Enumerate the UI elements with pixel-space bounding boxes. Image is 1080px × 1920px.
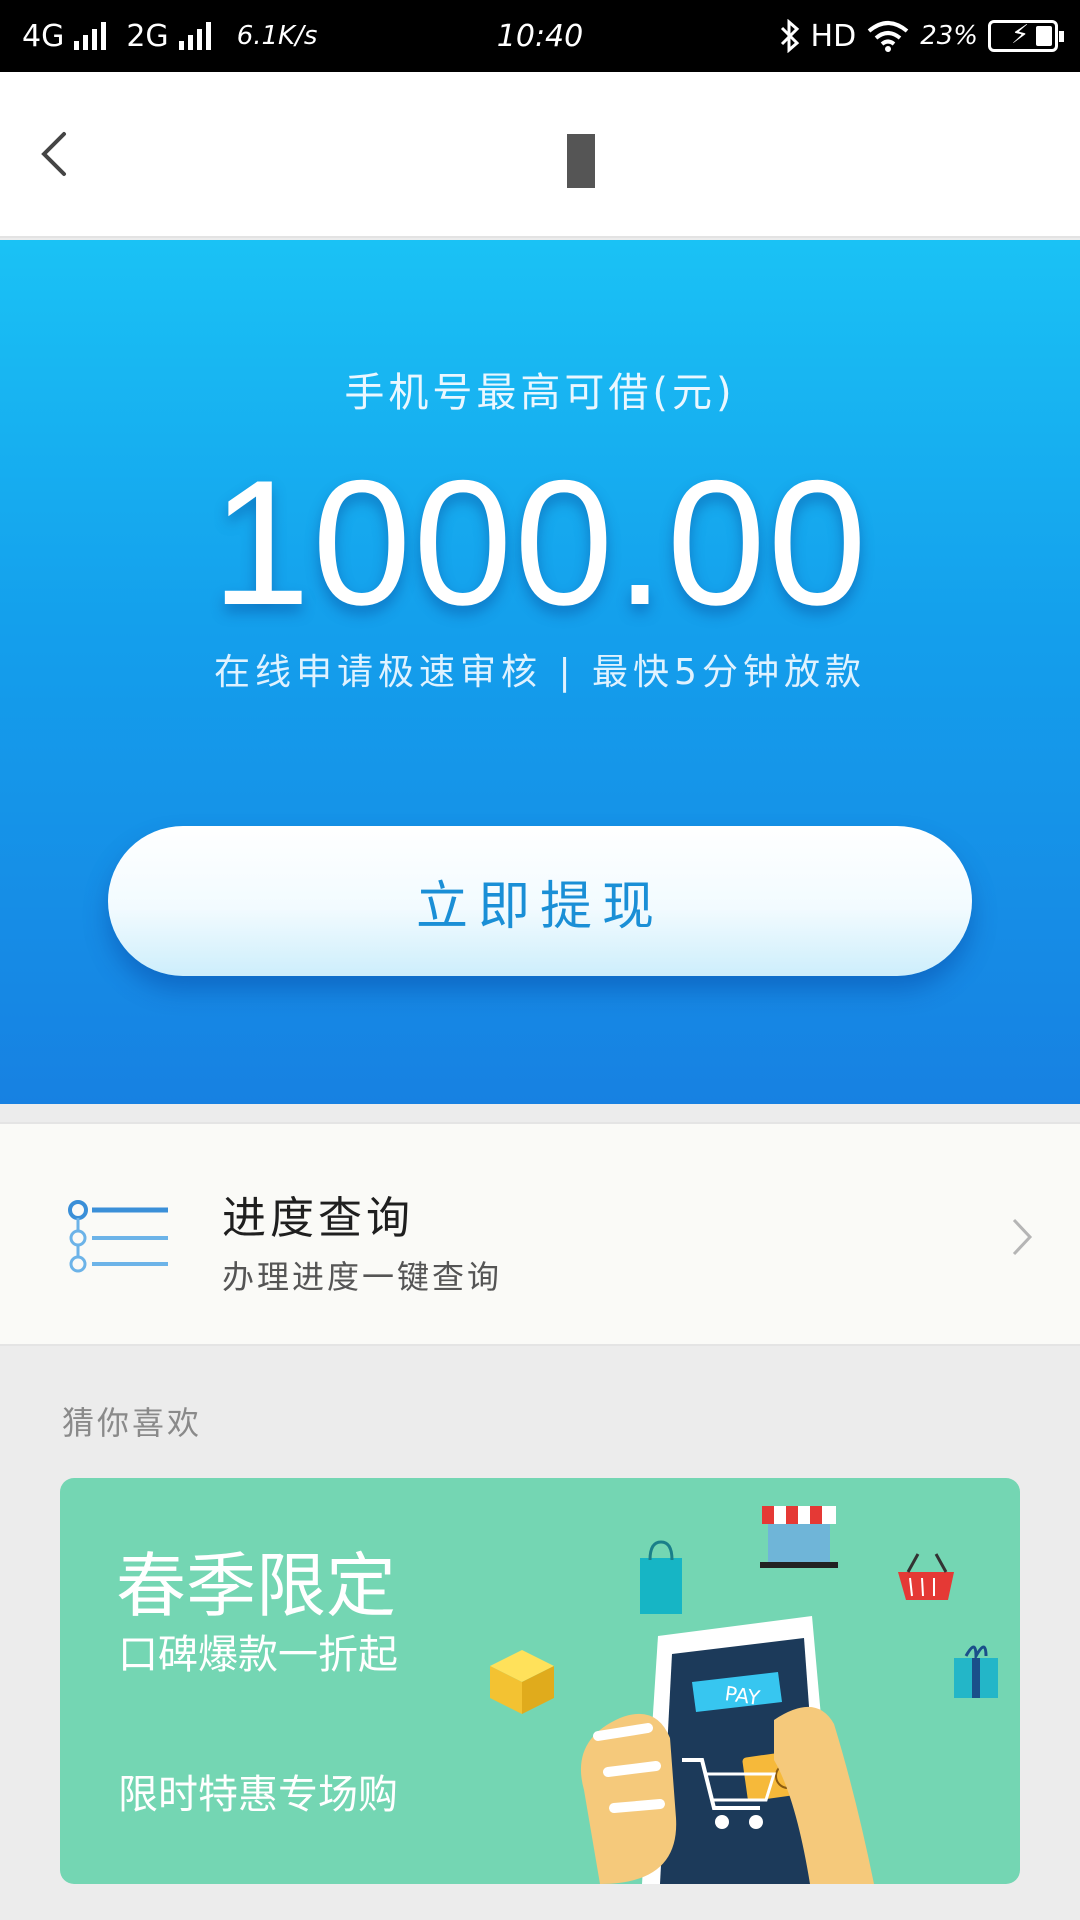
network-2g-label: 2G xyxy=(126,18,169,54)
progress-query-row[interactable]: 进度查询 办理进度一键查询 xyxy=(0,1122,1080,1346)
signal-icon xyxy=(178,22,211,50)
hero-subtitle: 在线申请极速审核 | 最快5分钟放款 xyxy=(214,652,866,693)
back-arrow-icon[interactable] xyxy=(30,124,80,184)
max-loan-amount: 1000.00 xyxy=(211,443,869,642)
recommend-section-title: 猜你喜欢 xyxy=(62,1404,203,1442)
hd-label: HD xyxy=(810,18,857,54)
shopping-illustration: PAY xyxy=(490,1506,998,1884)
spring-promo-banner[interactable]: 春季限定 口碑爆款一折起 限时特惠专场购 PAY xyxy=(60,1478,1020,1884)
basket-icon xyxy=(898,1553,954,1600)
network-4g-label: 4G xyxy=(22,18,65,54)
status-left: 4G 2G 6.1K/s xyxy=(22,19,317,54)
banner-line-1: 口碑爆款一折起 xyxy=(118,1632,398,1678)
gift-box-icon xyxy=(954,1645,998,1698)
status-right: HD 23% ⚡ xyxy=(779,18,1064,54)
chevron-right-icon xyxy=(1012,1218,1033,1256)
page-title-redacted xyxy=(567,134,595,188)
store-icon xyxy=(760,1506,838,1568)
max-loan-label: 手机号最高可借(元) xyxy=(344,370,736,416)
battery-percent: 23% xyxy=(920,21,978,51)
list-progress-icon xyxy=(68,1200,168,1273)
bluetooth-icon xyxy=(780,19,799,53)
status-bar: 4G 2G 6.1K/s 10:40 HD 23% ⚡ xyxy=(0,0,1080,72)
svg-text:PAY: PAY xyxy=(723,1681,762,1710)
package-cube-icon xyxy=(490,1650,554,1714)
top-nav-bar xyxy=(0,72,1080,238)
progress-subtitle: 办理进度一键查询 xyxy=(222,1258,503,1296)
banner-headline: 春季限定 xyxy=(116,1545,396,1627)
progress-title: 进度查询 xyxy=(222,1193,414,1244)
withdraw-now-button[interactable]: 立即提现 xyxy=(108,826,972,976)
network-speed: 6.1K/s xyxy=(236,21,318,51)
banner-line-2: 限时特惠专场购 xyxy=(118,1772,398,1818)
shopping-bag-icon xyxy=(640,1540,682,1614)
loan-hero: 手机号最高可借(元) 1000.00 在线申请极速审核 | 最快5分钟放款 立即… xyxy=(0,240,1080,1104)
wifi-icon xyxy=(867,21,909,52)
signal-icon xyxy=(74,22,107,50)
battery-icon: ⚡ xyxy=(988,20,1064,52)
